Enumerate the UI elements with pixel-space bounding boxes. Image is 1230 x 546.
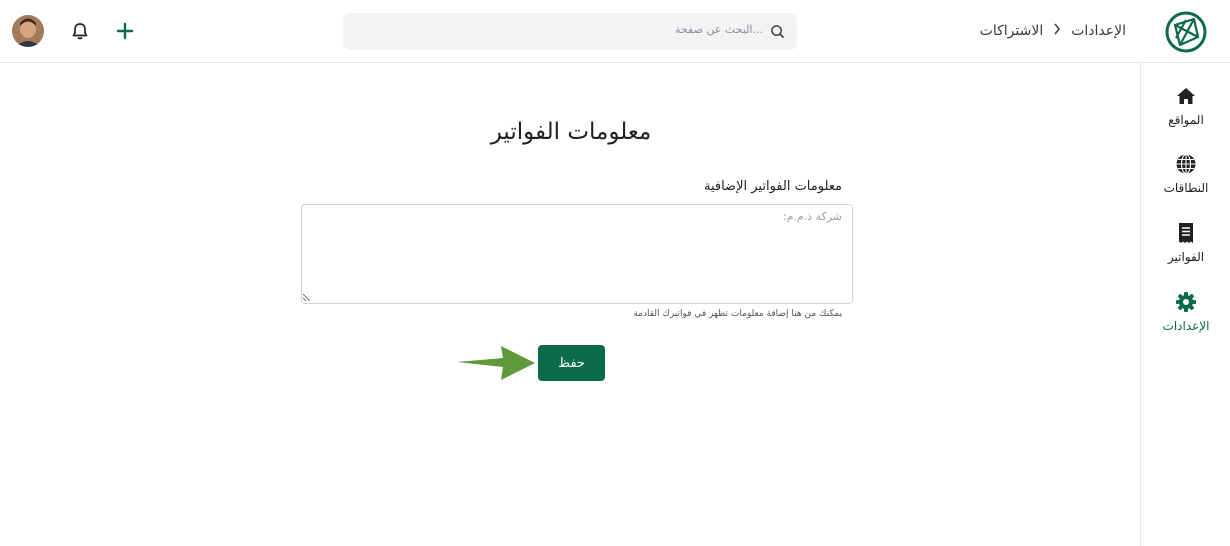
billing-info-textarea[interactable] [301, 204, 853, 304]
bell-icon[interactable] [70, 21, 90, 41]
chevron-right-icon [1053, 23, 1061, 39]
breadcrumb-item-subscriptions[interactable]: الاشتراكات [980, 23, 1044, 39]
receipt-icon [1179, 223, 1193, 243]
sidebar-item-label: النطاقات [1163, 181, 1209, 195]
sidebar: المواقع النطاقات الفواتير الإعدادات [1140, 63, 1230, 546]
gear-icon [1176, 292, 1196, 312]
avatar[interactable] [12, 15, 44, 47]
save-button[interactable]: حفظ [538, 345, 605, 381]
breadcrumb-item-settings[interactable]: الإعدادات [1071, 23, 1126, 39]
breadcrumb: الإعدادات الاشتراكات [980, 20, 1126, 42]
page-title: معلومات الفواتير [490, 119, 652, 146]
logo-icon[interactable] [1164, 10, 1208, 54]
sidebar-item-domains[interactable]: النطاقات [1141, 153, 1230, 195]
search-input[interactable]: البحث عن صفحة... [343, 13, 797, 50]
search-icon [771, 25, 785, 39]
billing-info-hint: يمكنك من هنا إضافة معلومات تظهر في فواتي… [633, 309, 842, 319]
sidebar-item-label: الإعدادات [1162, 319, 1210, 333]
globe-icon [1176, 153, 1196, 175]
arrow-pointer-icon [457, 346, 535, 380]
sidebar-item-invoices[interactable]: الفواتير [1141, 222, 1230, 264]
plus-icon[interactable] [115, 21, 135, 41]
resize-handle-icon[interactable] [302, 293, 311, 302]
sidebar-item-label: الفواتير [1167, 250, 1205, 264]
home-icon [1177, 88, 1195, 104]
sidebar-item-sites[interactable]: المواقع [1141, 85, 1230, 127]
search-placeholder: البحث عن صفحة... [675, 23, 763, 36]
sidebar-item-settings[interactable]: الإعدادات [1141, 291, 1230, 333]
sidebar-item-label: المواقع [1168, 113, 1204, 127]
billing-info-label: معلومات الفواتير الإضافية [703, 179, 842, 194]
top-bar: الإعدادات الاشتراكات البحث عن صفحة... [0, 0, 1230, 63]
